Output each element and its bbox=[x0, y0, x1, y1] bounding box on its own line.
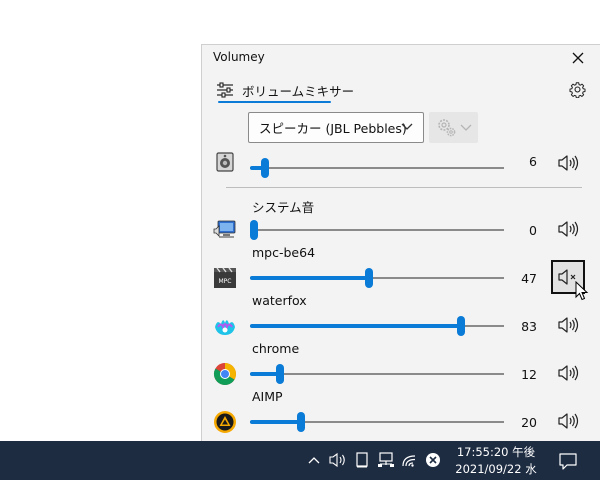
speaker-device-icon bbox=[212, 149, 238, 175]
waterfox-icon bbox=[212, 313, 238, 339]
selected-device-label: スピーカー (JBL Pebbles) bbox=[259, 121, 407, 136]
chrome-icon bbox=[212, 361, 238, 387]
volumey-window: Volumey ボリュームミキサー スピーカー (JBL Pebbles) 6 … bbox=[201, 44, 600, 441]
session-name: mpc-be64 bbox=[252, 245, 316, 260]
network-icon bbox=[378, 452, 394, 467]
speaker-icon bbox=[558, 365, 579, 381]
tab-active-indicator bbox=[218, 101, 331, 103]
session-volume-value: 83 bbox=[521, 319, 537, 334]
session-volume-slider[interactable] bbox=[250, 220, 504, 240]
close-button[interactable] bbox=[566, 47, 590, 69]
close-icon bbox=[572, 52, 584, 64]
slider-track bbox=[250, 167, 504, 169]
clock-date: 2021/09/22 水 bbox=[455, 462, 537, 476]
master-mute-button[interactable] bbox=[551, 146, 585, 180]
mpc-be-icon: MPC bbox=[212, 265, 238, 291]
taskbar-clock[interactable]: 17:55:20 午後 2021/09/22 水 bbox=[450, 444, 542, 478]
master-volume-value: 6 bbox=[529, 154, 537, 169]
session-name: AIMP bbox=[252, 389, 283, 404]
tray-network-button[interactable] bbox=[377, 451, 395, 469]
session-row: AIMP 20 bbox=[202, 387, 600, 435]
settings-button[interactable] bbox=[566, 78, 588, 100]
title-bar: Volumey bbox=[202, 45, 600, 71]
speaker-icon bbox=[329, 452, 345, 468]
speaker-icon bbox=[558, 155, 579, 171]
master-volume-slider[interactable] bbox=[250, 158, 504, 178]
session-volume-value: 12 bbox=[521, 367, 537, 382]
close-circle-icon bbox=[426, 453, 440, 467]
session-volume-slider[interactable] bbox=[250, 412, 504, 432]
tab-label: ボリュームミキサー bbox=[242, 83, 355, 99]
session-name: chrome bbox=[252, 341, 300, 356]
divider bbox=[226, 187, 582, 188]
session-volume-slider[interactable] bbox=[250, 268, 504, 288]
slider-thumb[interactable] bbox=[365, 268, 373, 288]
show-hidden-icons-button[interactable] bbox=[305, 451, 323, 469]
window-title: Volumey bbox=[213, 50, 265, 64]
system-sounds-icon bbox=[212, 217, 238, 243]
session-mute-button[interactable] bbox=[551, 356, 585, 390]
speaker-icon bbox=[558, 413, 579, 429]
gear-icon bbox=[568, 81, 586, 98]
action-center-button[interactable] bbox=[556, 450, 580, 472]
session-volume-value: 20 bbox=[521, 415, 537, 430]
session-volume-slider[interactable] bbox=[250, 364, 504, 384]
aimp-icon bbox=[212, 409, 238, 435]
tray-app-button[interactable] bbox=[353, 451, 371, 469]
tab-volume-mixer[interactable]: ボリュームミキサー bbox=[216, 77, 354, 103]
speaker-muted-icon bbox=[558, 269, 576, 285]
session-row: システム音 0 bbox=[202, 195, 600, 243]
tray-wifi-button[interactable] bbox=[401, 451, 419, 469]
slider-track bbox=[250, 373, 504, 375]
gears-icon bbox=[437, 118, 471, 136]
speaker-icon bbox=[558, 317, 579, 333]
device-row: 6 bbox=[202, 139, 600, 187]
session-volume-slider[interactable] bbox=[250, 316, 504, 336]
notification-icon bbox=[559, 452, 577, 470]
session-volume-value: 0 bbox=[529, 223, 537, 238]
mixer-icon bbox=[217, 82, 233, 98]
chevron-up-icon bbox=[308, 457, 320, 464]
session-volume-value: 47 bbox=[521, 271, 537, 286]
session-mute-button[interactable] bbox=[551, 404, 585, 438]
desktop: Volumey ボリュームミキサー スピーカー (JBL Pebbles) 6 … bbox=[0, 0, 600, 480]
tray-volume-button[interactable] bbox=[329, 451, 347, 469]
session-row: chrome 12 bbox=[202, 339, 600, 387]
session-mute-button[interactable] bbox=[551, 260, 585, 294]
clock-time: 17:55:20 午後 bbox=[456, 445, 536, 459]
tray-status-button[interactable] bbox=[424, 451, 442, 469]
svg-text:MPC: MPC bbox=[219, 278, 232, 285]
chevron-down-icon bbox=[401, 123, 413, 130]
slider-fill bbox=[250, 420, 301, 424]
session-row: mpc-be64 MPC 47 bbox=[202, 243, 600, 294]
slider-fill bbox=[250, 324, 461, 328]
slider-thumb[interactable] bbox=[457, 316, 465, 336]
session-mute-button[interactable] bbox=[551, 308, 585, 342]
slider-thumb[interactable] bbox=[261, 158, 269, 178]
slider-thumb[interactable] bbox=[297, 412, 305, 432]
session-row: waterfox 83 bbox=[202, 291, 600, 339]
taskbar: 17:55:20 午後 2021/09/22 水 bbox=[0, 441, 600, 480]
slider-track bbox=[250, 229, 504, 231]
speaker-icon bbox=[558, 221, 579, 237]
slider-thumb[interactable] bbox=[250, 220, 258, 240]
slider-fill bbox=[250, 276, 369, 280]
wifi-icon bbox=[402, 455, 416, 467]
session-name: システム音 bbox=[252, 200, 315, 215]
session-name: waterfox bbox=[252, 293, 307, 308]
session-mute-button[interactable] bbox=[551, 212, 585, 246]
window-icon bbox=[356, 452, 368, 468]
slider-thumb[interactable] bbox=[276, 364, 284, 384]
